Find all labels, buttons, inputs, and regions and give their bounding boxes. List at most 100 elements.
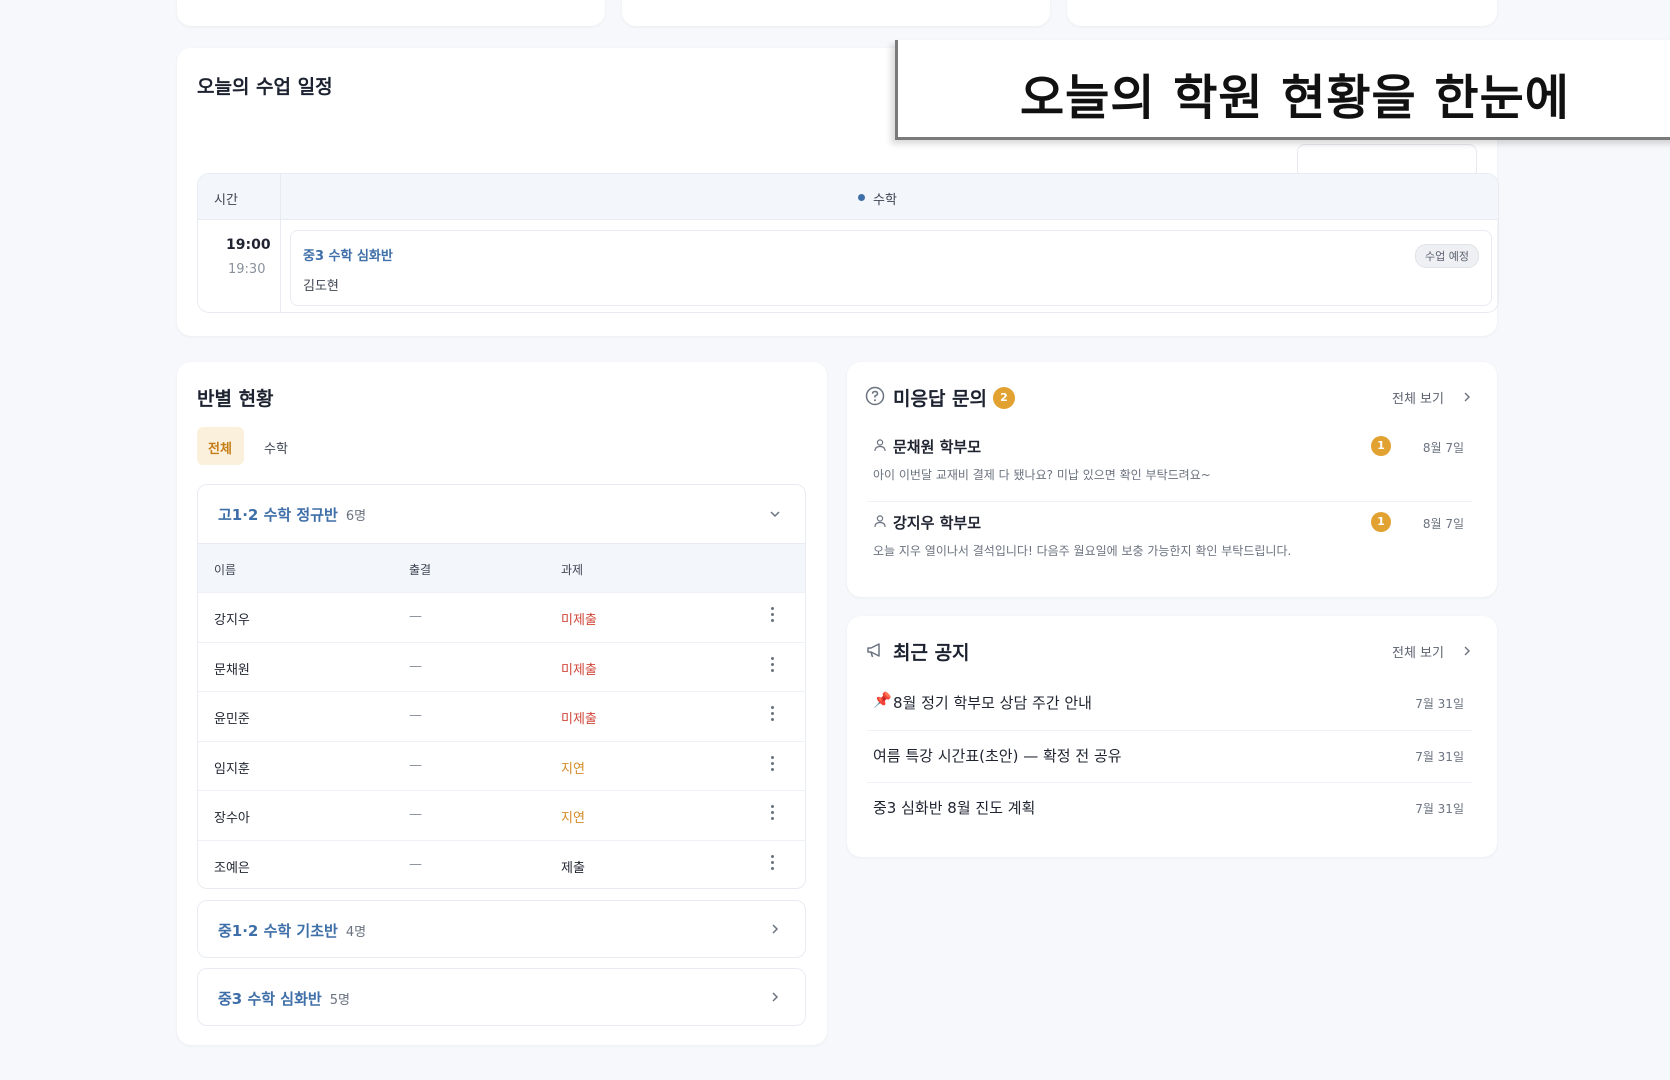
schedule-table: 시간 수학 19:00 19:30 중3 수학 심화반 김도현 수업 예정 — [197, 173, 1499, 313]
class-table-header: 이름 출결 과제 — [198, 543, 805, 592]
more-vertical-icon[interactable] — [771, 607, 775, 625]
tab-all[interactable]: 전체 — [197, 427, 244, 465]
notice-item[interactable]: 중3 심화반 8월 진도 계획 7월 31일 — [867, 782, 1472, 834]
user-icon — [874, 515, 886, 528]
more-vertical-icon[interactable] — [771, 755, 775, 774]
student-name: 강지우 — [214, 613, 250, 628]
class-group-1-count: 4명 — [345, 925, 367, 940]
inquiry-item[interactable]: 문채원 학부모 1 8월 7일 아이 이번달 교재비 결제 다 됐나요? 미납 … — [867, 426, 1472, 502]
notices-see-all[interactable]: 전체 보기 — [1392, 642, 1472, 662]
student-homework: 제출 — [561, 860, 585, 876]
col-homework: 과제 — [561, 563, 584, 577]
chevron-right-icon — [1464, 646, 1470, 656]
schedule-table-header: 시간 수학 — [198, 174, 1498, 220]
inquiries-see-all-label: 전체 보기 — [1392, 392, 1444, 407]
notice-date: 7월 31일 — [1415, 750, 1464, 764]
chevron-right-icon — [1464, 392, 1470, 402]
class-group-2-count: 5명 — [329, 993, 350, 1008]
schedule-class-name: 중3 수학 심화반 — [303, 249, 393, 264]
student-attendance: — — [409, 757, 422, 773]
user-icon — [874, 439, 886, 452]
inquiry-from: 강지우 학부모 — [893, 514, 982, 532]
class-group-2[interactable]: 중3 수학 심화반 5명 — [197, 968, 806, 1026]
subject-dot-icon — [858, 194, 865, 201]
inquiry-item[interactable]: 강지우 학부모 1 8월 7일 오늘 지우 열이나서 결석입니다! 다음주 월요… — [867, 502, 1472, 578]
student-attendance: — — [409, 708, 422, 723]
chevron-right-icon — [772, 992, 779, 1002]
more-vertical-icon[interactable] — [771, 854, 775, 873]
inquiries-title: 미응답 문의 — [893, 388, 988, 410]
student-homework: 미제출 — [561, 613, 597, 628]
class-group-open: 고1·2 수학 정규반 6명 이름 출결 과제 강지우 — 미제출 문채원 — 미제출 윤민준… — [197, 484, 806, 889]
banner-title: 오늘의 학원 현황을 한눈에 — [1020, 70, 1570, 126]
schedule-end-time: 19:30 — [228, 262, 266, 277]
inquiries-card: 미응답 문의 2 전체 보기 문채원 학부모 1 8월 7일 아이 이번달 교재… — [847, 362, 1497, 597]
tab-math-label: 수학 — [264, 442, 288, 457]
student-row[interactable]: 임지훈 — 지연 — [198, 740, 805, 790]
notice-item[interactable]: 📌 8월 정기 학부모 상담 주간 안내 7월 31일 — [867, 678, 1472, 730]
student-attendance: — — [409, 856, 422, 872]
inquiry-date: 8월 7일 — [1422, 441, 1464, 455]
class-group-open-title: 고1·2 수학 정규반 6명 — [218, 504, 366, 525]
more-vertical-icon[interactable] — [771, 805, 775, 823]
col-name: 이름 — [214, 563, 237, 577]
more-vertical-icon[interactable] — [771, 706, 775, 724]
question-circle-icon — [865, 386, 885, 406]
top-stat-card-2 — [622, 0, 1050, 26]
top-stat-card-3 — [1067, 0, 1497, 26]
tab-all-label: 전체 — [208, 442, 232, 457]
schedule-col-subject: 수학 — [873, 193, 897, 208]
student-homework: 미제출 — [561, 712, 597, 727]
notice-title: 8월 정기 학부모 상담 주간 안내 — [893, 694, 1092, 712]
banner: 오늘의 학원 현황을 한눈에 — [895, 40, 1670, 140]
notices-title: 최근 공지 — [893, 642, 970, 664]
class-group-open-header[interactable]: 고1·2 수학 정규반 6명 — [198, 485, 805, 543]
class-group-1-title: 중1·2 수학 기초반 4명 — [218, 920, 366, 941]
inquiries-count-badge: 2 — [993, 387, 1015, 409]
chevron-down-icon — [770, 511, 780, 518]
schedule-class-block[interactable]: 중3 수학 심화반 김도현 수업 예정 — [290, 230, 1492, 306]
student-name: 조예은 — [214, 860, 250, 876]
schedule-teacher: 김도현 — [303, 279, 339, 294]
notice-item[interactable]: 여름 특강 시간표(초안) — 확정 전 공유 7월 31일 — [867, 730, 1472, 782]
schedule-time-column: 19:00 19:30 — [198, 174, 281, 312]
student-row[interactable]: 장수아 — 지연 — [198, 790, 805, 839]
notices-card: 최근 공지 전체 보기 📌 8월 정기 학부모 상담 주간 안내 7월 31일 … — [847, 616, 1497, 857]
class-group-2-title: 중3 수학 심화반 5명 — [218, 988, 350, 1009]
inquiry-unread-badge: 1 — [1371, 436, 1391, 456]
inquiry-unread-badge: 1 — [1371, 512, 1391, 532]
inquiry-message: 오늘 지우 열이나서 결석입니다! 다음주 월요일에 보충 가능한지 확인 부탁… — [873, 544, 1292, 558]
notice-date: 7월 31일 — [1415, 697, 1464, 711]
megaphone-icon — [867, 643, 880, 658]
notice-title: 여름 특강 시간표(초안) — 확정 전 공유 — [873, 747, 1122, 765]
class-group-open-name: 고1·2 수학 정규반 — [218, 506, 338, 524]
notice-date: 7월 31일 — [1415, 802, 1464, 816]
class-status-title: 반별 현황 — [197, 388, 274, 410]
student-attendance: — — [409, 609, 422, 624]
top-stat-card-1 — [177, 0, 605, 26]
class-group-1[interactable]: 중1·2 수학 기초반 4명 — [197, 900, 806, 958]
class-group-1-name: 중1·2 수학 기초반 — [218, 922, 338, 940]
schedule-title: 오늘의 수업 일정 — [197, 76, 333, 98]
student-row[interactable]: 윤민준 — 미제출 — [198, 691, 805, 740]
student-row[interactable]: 조예은 — 제출 — [198, 839, 805, 889]
student-name: 장수아 — [214, 811, 250, 826]
more-vertical-icon[interactable] — [771, 656, 775, 675]
student-homework: 지연 — [561, 761, 585, 777]
student-name: 임지훈 — [214, 761, 250, 777]
inquiry-date: 8월 7일 — [1422, 517, 1464, 531]
student-attendance: — — [409, 658, 422, 674]
class-group-2-name: 중3 수학 심화반 — [218, 990, 322, 1008]
student-row[interactable]: 문채원 — 미제출 — [198, 641, 805, 691]
inquiries-see-all[interactable]: 전체 보기 — [1392, 388, 1472, 408]
class-status-card: 반별 현황 전체 수학 고1·2 수학 정규반 6명 이름 출결 과제 강지우 — 미… — [177, 362, 827, 1045]
pin-icon: 📌 — [873, 691, 892, 709]
chevron-right-icon — [772, 924, 779, 934]
col-attendance: 출결 — [409, 563, 432, 577]
student-homework: 미제출 — [561, 662, 597, 678]
tab-math[interactable]: 수학 — [253, 427, 300, 465]
class-group-open-count: 6명 — [345, 509, 367, 524]
schedule-status-badge: 수업 예정 — [1415, 244, 1479, 268]
notice-title: 중3 심화반 8월 진도 계획 — [873, 799, 1036, 817]
student-row[interactable]: 강지우 — 미제출 — [198, 592, 805, 641]
